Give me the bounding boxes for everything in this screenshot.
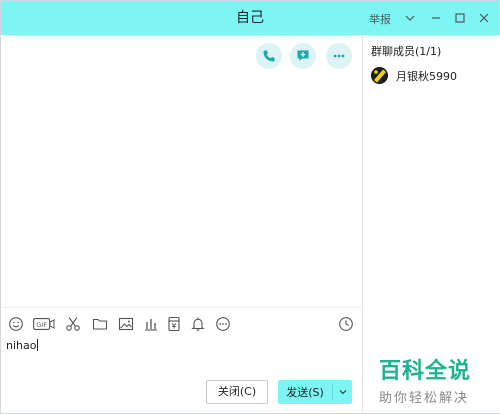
phone-icon[interactable] (256, 43, 282, 69)
member-item[interactable]: 月银秋5990 (371, 67, 457, 84)
window-title: 自己 (236, 10, 264, 26)
red-packet-icon[interactable] (165, 315, 183, 333)
text-caret (37, 339, 39, 351)
toolbar-divider (2, 307, 362, 308)
watermark-sub: 助你轻松解决 (379, 391, 470, 406)
message-input-value: nihao (6, 339, 37, 352)
send-button-label[interactable]: 发送(S) (278, 384, 332, 400)
chart-icon[interactable] (142, 315, 160, 333)
member-name: 月银秋5990 (396, 69, 457, 83)
scissors-icon[interactable] (64, 315, 82, 333)
message-input[interactable]: nihao (6, 339, 39, 352)
report-link[interactable]: 举报 (369, 11, 391, 27)
image-icon[interactable] (117, 315, 135, 333)
gif-icon[interactable]: GIF (33, 315, 55, 333)
chat-panel: GIF nihao 关闭(C) 发送(S) (2, 35, 362, 413)
folder-icon[interactable] (91, 315, 109, 333)
title-bar: 自己 举报 (1, 1, 499, 35)
emoji-icon[interactable] (7, 315, 25, 333)
close-button[interactable]: 关闭(C) (206, 380, 268, 404)
members-header: 群聊成员(1/1) (371, 45, 442, 58)
minimize-icon[interactable] (427, 9, 445, 27)
bell-icon[interactable] (189, 315, 207, 333)
more-tools-icon[interactable] (214, 315, 232, 333)
send-button[interactable]: 发送(S) (278, 380, 352, 404)
close-icon[interactable] (475, 9, 493, 27)
svg-text:GIF: GIF (36, 321, 47, 329)
chevron-down-icon[interactable] (401, 9, 419, 27)
avatar (371, 67, 388, 84)
chat-window: 自己 举报 GIF nihao 关闭(C) 发送(S) 群聊成员(1/1) 月银… (0, 0, 500, 414)
chevron-down-icon[interactable] (333, 387, 352, 397)
watermark-main: 百科全说 (379, 359, 472, 384)
clock-icon[interactable] (337, 315, 355, 333)
add-message-icon[interactable] (290, 43, 316, 69)
watermark: 百科全说 助你轻松解决 (379, 353, 499, 406)
more-icon[interactable] (326, 43, 352, 69)
maximize-icon[interactable] (451, 9, 469, 27)
